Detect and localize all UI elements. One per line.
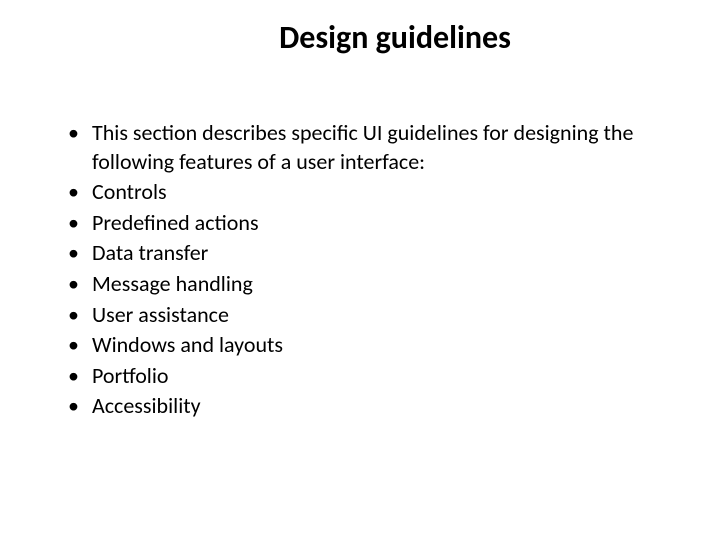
list-item: Controls xyxy=(68,178,670,207)
list-item: Accessibility xyxy=(68,392,670,421)
slide-title: Design guidelines xyxy=(120,18,670,57)
list-item: This section describes specific UI guide… xyxy=(68,119,670,176)
list-item: Data transfer xyxy=(68,239,670,268)
list-item: Portfolio xyxy=(68,362,670,391)
list-item: Message handling xyxy=(68,270,670,299)
list-item: Windows and layouts xyxy=(68,331,670,360)
list-item: Predefined actions xyxy=(68,209,670,238)
bullet-list: This section describes specific UI guide… xyxy=(50,119,670,421)
slide: Design guidelines This section describes… xyxy=(0,0,720,540)
list-item: User assistance xyxy=(68,301,670,330)
